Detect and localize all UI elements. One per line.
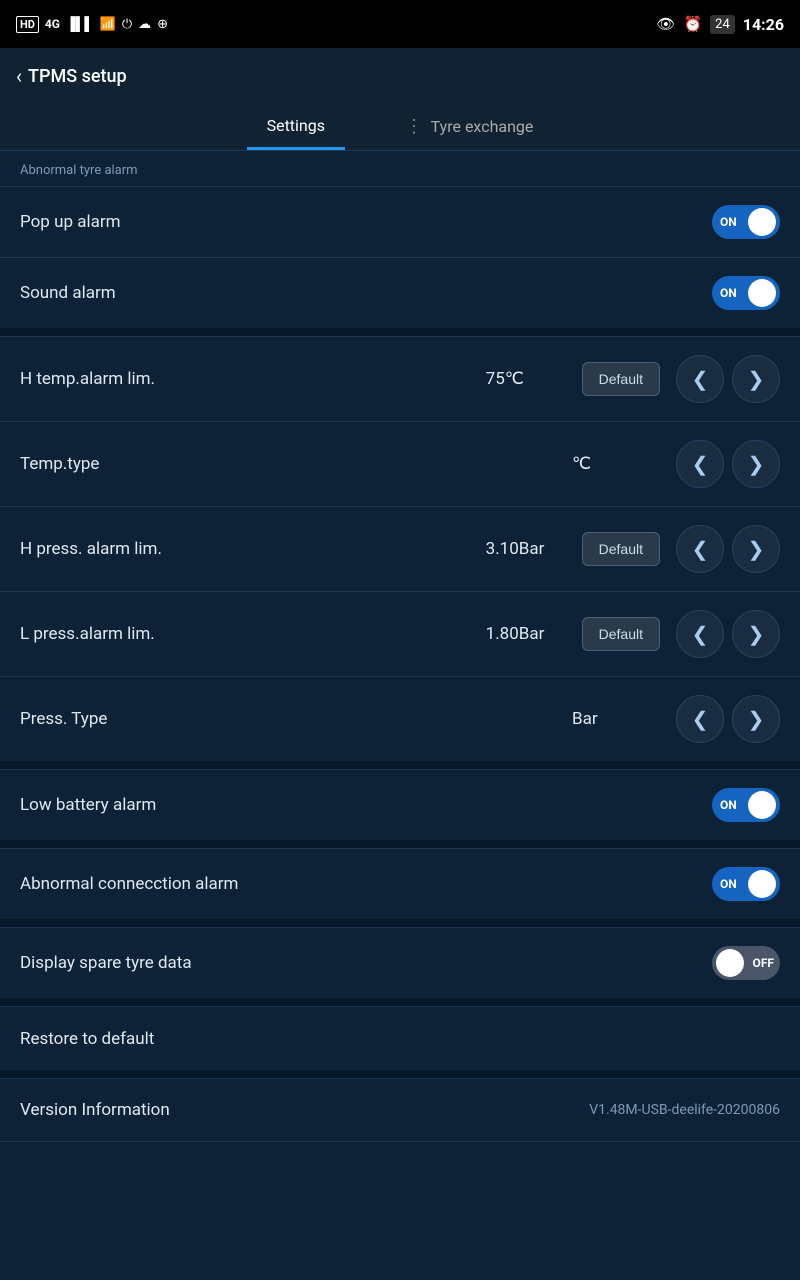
setting-row-h-press-alarm: H press. alarm lim. 3.10Bar Default ❮ ❯	[0, 506, 800, 591]
popup-alarm-toggle[interactable]: ON	[712, 205, 780, 239]
setting-row-restore-default[interactable]: Restore to default	[0, 1006, 800, 1070]
l-press-alarm-next-button[interactable]: ❯	[732, 610, 780, 658]
signal-icon: ▐▌▌	[66, 16, 94, 32]
hd-icon: HD	[16, 16, 39, 33]
setting-row-sound-alarm: Sound alarm ON	[0, 257, 800, 328]
power-icon: ⏻	[122, 17, 132, 32]
abnormal-connection-track[interactable]: ON	[712, 867, 780, 901]
battery-level: 24	[715, 17, 730, 32]
spare-tyre-toggle-label: OFF	[753, 956, 774, 970]
popup-alarm-label: Pop up alarm	[20, 212, 712, 232]
version-info-label: Version Information	[20, 1100, 589, 1120]
back-arrow-icon: ‹	[16, 64, 22, 88]
divider-2	[0, 761, 800, 769]
temp-type-next-button[interactable]: ❯	[732, 440, 780, 488]
spare-tyre-track[interactable]: OFF	[712, 946, 780, 980]
eye-icon: 👁	[656, 15, 675, 33]
battery-icon: 24	[710, 15, 735, 34]
spare-tyre-toggle[interactable]: OFF	[712, 946, 780, 980]
spare-tyre-label: Display spare tyre data	[20, 953, 712, 973]
popup-alarm-track[interactable]: ON	[712, 205, 780, 239]
l-press-alarm-label: L press.alarm lim.	[20, 624, 486, 644]
divider-4	[0, 919, 800, 927]
h-temp-alarm-label: H temp.alarm lim.	[20, 369, 486, 389]
h-press-alarm-value: 3.10Bar	[486, 539, 566, 559]
setting-row-press-type: Press. Type Bar ❮ ❯	[0, 676, 800, 761]
sound-alarm-toggle-label: ON	[720, 286, 737, 300]
sound-alarm-thumb	[748, 279, 776, 307]
h-press-alarm-prev-button[interactable]: ❮	[676, 525, 724, 573]
l-press-alarm-default-button[interactable]: Default	[582, 617, 660, 651]
tabs-bar: Settings ⋮ Tyre exchange	[0, 104, 800, 151]
press-type-label: Press. Type	[20, 709, 572, 729]
header: ‹ TPMS setup	[0, 48, 800, 104]
press-type-prev-button[interactable]: ❮	[676, 695, 724, 743]
tab-settings-label: Settings	[267, 116, 325, 135]
l-press-alarm-value: 1.80Bar	[486, 624, 566, 644]
back-button[interactable]: ‹ TPMS setup	[16, 64, 127, 88]
popup-alarm-thumb	[748, 208, 776, 236]
wifi-icon: 📶	[100, 17, 116, 32]
temp-type-value: ℃	[572, 454, 652, 474]
cloud-icon: ☁	[138, 17, 151, 32]
h-press-alarm-next-button[interactable]: ❯	[732, 525, 780, 573]
status-bar-left: HD 4G ▐▌▌ 📶 ⏻ ☁ ⊕	[16, 16, 168, 33]
version-info-value: V1.48M-USB-deelife-20200806	[589, 1102, 780, 1118]
low-battery-thumb	[748, 791, 776, 819]
tab-tyre-exchange-label: Tyre exchange	[431, 117, 534, 136]
status-time: 14:26	[743, 15, 784, 34]
h-press-alarm-default-button[interactable]: Default	[582, 532, 660, 566]
tab-dots-icon: ⋮	[405, 116, 423, 137]
restore-default-label: Restore to default	[20, 1029, 780, 1049]
setting-row-temp-type: Temp.type ℃ ❮ ❯	[0, 421, 800, 506]
status-bar-right: 👁 ⏰ 24 14:26	[656, 15, 784, 34]
sound-alarm-toggle[interactable]: ON	[712, 276, 780, 310]
h-temp-alarm-value: 75℃	[486, 369, 566, 389]
shield-icon: ⊕	[157, 17, 168, 32]
section-label-abnormal: Abnormal tyre alarm	[0, 151, 800, 186]
divider-3	[0, 840, 800, 848]
h-temp-alarm-default-button[interactable]: Default	[582, 362, 660, 396]
setting-row-popup-alarm: Pop up alarm ON	[0, 186, 800, 257]
header-title: TPMS setup	[28, 66, 127, 87]
4g-icon: 4G	[45, 17, 60, 31]
h-temp-alarm-next-button[interactable]: ❯	[732, 355, 780, 403]
low-battery-track[interactable]: ON	[712, 788, 780, 822]
alarm-icon: ⏰	[683, 15, 702, 33]
tab-tyre-exchange[interactable]: ⋮ Tyre exchange	[385, 104, 553, 150]
h-temp-alarm-prev-button[interactable]: ❮	[676, 355, 724, 403]
press-type-next-button[interactable]: ❯	[732, 695, 780, 743]
abnormal-connection-toggle[interactable]: ON	[712, 867, 780, 901]
spare-tyre-thumb	[716, 949, 744, 977]
setting-row-h-temp-alarm: H temp.alarm lim. 75℃ Default ❮ ❯	[0, 336, 800, 421]
status-bar: HD 4G ▐▌▌ 📶 ⏻ ☁ ⊕ 👁 ⏰ 24 14:26	[0, 0, 800, 48]
divider-1	[0, 328, 800, 336]
popup-alarm-toggle-label: ON	[720, 215, 737, 229]
sound-alarm-label: Sound alarm	[20, 283, 712, 303]
setting-row-version-info: Version Information V1.48M-USB-deelife-2…	[0, 1078, 800, 1142]
low-battery-toggle-label: ON	[720, 798, 737, 812]
low-battery-toggle[interactable]: ON	[712, 788, 780, 822]
setting-row-abnormal-connection: Abnormal connecction alarm ON	[0, 848, 800, 919]
divider-6	[0, 1070, 800, 1078]
content-area: Abnormal tyre alarm Pop up alarm ON Soun…	[0, 151, 800, 1279]
temp-type-label: Temp.type	[20, 454, 572, 474]
setting-row-spare-tyre: Display spare tyre data OFF	[0, 927, 800, 998]
tab-settings[interactable]: Settings	[247, 104, 345, 150]
h-press-alarm-label: H press. alarm lim.	[20, 539, 486, 559]
abnormal-connection-thumb	[748, 870, 776, 898]
press-type-value: Bar	[572, 709, 652, 729]
setting-row-l-press-alarm: L press.alarm lim. 1.80Bar Default ❮ ❯	[0, 591, 800, 676]
abnormal-connection-toggle-label: ON	[720, 877, 737, 891]
l-press-alarm-prev-button[interactable]: ❮	[676, 610, 724, 658]
setting-row-low-battery: Low battery alarm ON	[0, 769, 800, 840]
abnormal-connection-label: Abnormal connecction alarm	[20, 874, 712, 894]
temp-type-prev-button[interactable]: ❮	[676, 440, 724, 488]
divider-5	[0, 998, 800, 1006]
sound-alarm-track[interactable]: ON	[712, 276, 780, 310]
low-battery-label: Low battery alarm	[20, 795, 712, 815]
